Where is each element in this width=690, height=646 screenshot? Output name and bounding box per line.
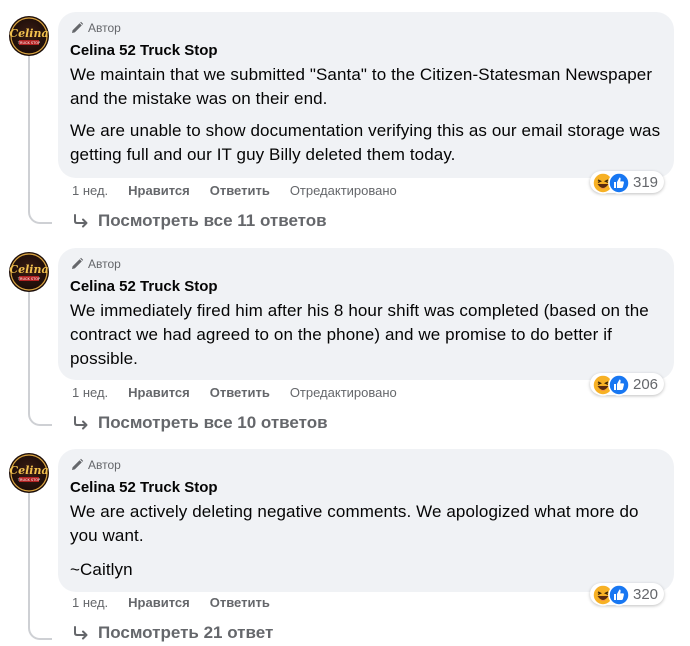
view-replies-label: Посмотреть все 11 ответов xyxy=(98,211,327,230)
comment-paragraph: We maintain that we submitted "Santa" to… xyxy=(70,65,653,108)
comment-text: We maintain that we submitted "Santa" to… xyxy=(70,63,662,167)
author-name[interactable]: Celina 52 Truck Stop xyxy=(70,42,662,60)
reply-button[interactable]: Ответить xyxy=(210,183,270,198)
author-badge: Автор xyxy=(70,20,662,36)
thread-curve xyxy=(28,410,52,426)
reply-arrow-icon xyxy=(74,214,88,228)
thread-line xyxy=(28,56,30,208)
view-replies-link[interactable]: Посмотреть все 10 ответов xyxy=(72,413,328,433)
view-replies-label: Посмотреть все 10 ответов xyxy=(98,413,328,432)
comment-time[interactable]: 1 нед. xyxy=(72,595,108,610)
thread-curve xyxy=(28,624,52,640)
author-badge-label: Автор xyxy=(88,21,121,35)
author-name[interactable]: Celina 52 Truck Stop xyxy=(70,278,662,296)
reply-button[interactable]: Ответить xyxy=(210,385,270,400)
comment-paragraph: We are actively deleting negative commen… xyxy=(70,502,639,545)
like-button[interactable]: Нравится xyxy=(128,595,190,610)
reply-arrow-icon xyxy=(74,626,88,640)
comment-text: We are actively deleting negative commen… xyxy=(70,500,662,582)
reaction-count: 319 xyxy=(633,173,659,191)
avatar[interactable]: Celina TRUCK STOP xyxy=(9,453,49,493)
comment-paragraph: We immediately fired him after his 8 hou… xyxy=(70,301,649,368)
thread-line xyxy=(28,292,30,410)
pencil-icon xyxy=(72,21,84,33)
edited-label[interactable]: Отредактировано xyxy=(290,183,397,198)
comment-paragraph: ~Caitlyn xyxy=(70,560,133,579)
pencil-icon xyxy=(72,257,84,269)
comment-time[interactable]: 1 нед. xyxy=(72,385,108,400)
view-replies-link[interactable]: Посмотреть все 11 ответов xyxy=(72,211,327,231)
thread-line xyxy=(28,493,30,624)
comment-time[interactable]: 1 нед. xyxy=(72,183,108,198)
reaction-summary[interactable]: 319 xyxy=(590,171,665,194)
avatar-logo-subtext: TRUCK STOP xyxy=(17,277,40,281)
view-replies-link[interactable]: Посмотреть 21 ответ xyxy=(72,623,273,643)
avatar-logo-text: Celina xyxy=(9,27,48,40)
author-badge: Автор xyxy=(70,457,662,473)
author-badge-label: Автор xyxy=(88,458,121,472)
reply-button[interactable]: Ответить xyxy=(210,595,270,610)
comment-actions: 1 нед. Нравится Ответить Отредактировано xyxy=(72,183,397,198)
author-badge: Автор xyxy=(70,256,662,272)
avatar-logo-text: Celina xyxy=(9,464,48,477)
edited-label[interactable]: Отредактировано xyxy=(290,385,397,400)
reaction-count: 206 xyxy=(633,375,659,393)
like-reaction-icon xyxy=(608,172,630,194)
reply-arrow-icon xyxy=(74,416,88,430)
comment-bubble: Автор Celina 52 Truck Stop We maintain t… xyxy=(58,12,674,178)
author-name[interactable]: Celina 52 Truck Stop xyxy=(70,479,662,497)
author-badge-label: Автор xyxy=(88,257,121,271)
avatar-logo-text: Celina xyxy=(9,263,48,276)
like-button[interactable]: Нравится xyxy=(128,385,190,400)
avatar[interactable]: Celina TRUCK STOP xyxy=(9,252,49,292)
comment-text: We immediately fired him after his 8 hou… xyxy=(70,299,662,371)
like-reaction-icon xyxy=(608,374,630,396)
thread-curve xyxy=(28,208,52,224)
like-reaction-icon xyxy=(608,584,630,606)
avatar-logo-subtext: TRUCK STOP xyxy=(17,41,40,45)
pencil-icon xyxy=(72,458,84,470)
comment-paragraph: We are unable to show documentation veri… xyxy=(70,121,661,164)
comment-bubble: Автор Celina 52 Truck Stop We are active… xyxy=(58,449,674,592)
view-replies-label: Посмотреть 21 ответ xyxy=(98,623,274,642)
reaction-summary[interactable]: 206 xyxy=(590,373,665,396)
reaction-summary[interactable]: 320 xyxy=(590,583,665,606)
comment-actions: 1 нед. Нравится Ответить xyxy=(72,595,270,610)
avatar[interactable]: Celina TRUCK STOP xyxy=(9,16,49,56)
like-button[interactable]: Нравится xyxy=(128,183,190,198)
comment-actions: 1 нед. Нравится Ответить Отредактировано xyxy=(72,385,397,400)
avatar-logo-subtext: TRUCK STOP xyxy=(17,478,40,482)
reaction-count: 320 xyxy=(633,585,659,603)
comment-bubble: Автор Celina 52 Truck Stop We immediatel… xyxy=(58,248,674,380)
